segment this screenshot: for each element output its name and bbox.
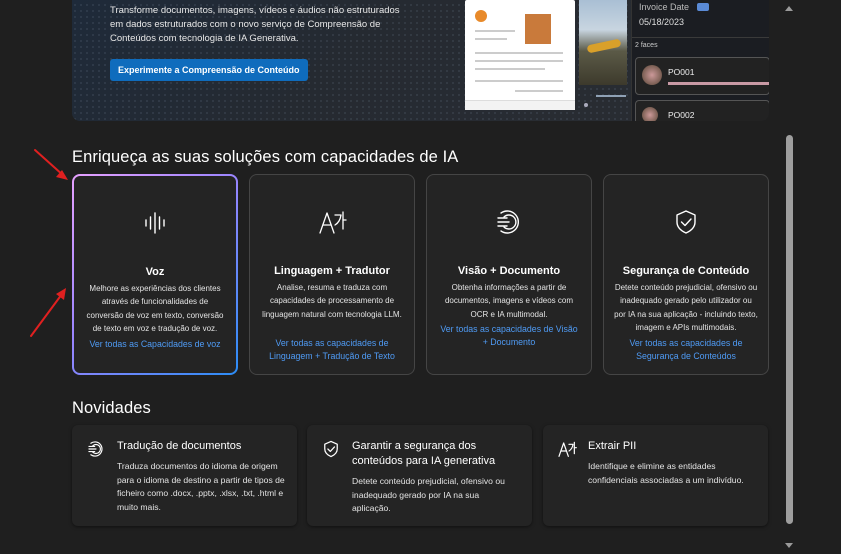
news-card-content-safety[interactable]: Garantir a segurança dos conteúdos para … [307, 425, 532, 526]
capability-card-voice[interactable]: Voz Melhore as experiências dos clientes… [72, 174, 238, 375]
face-thumbnail [642, 65, 662, 85]
preview-pager [584, 94, 624, 107]
capability-title: Segurança de Conteúdo [622, 265, 750, 277]
news-heading: Novidades [72, 399, 151, 417]
face-id: PO001 [668, 67, 695, 77]
shield-check-icon [604, 209, 768, 235]
translate-icon [250, 209, 414, 235]
capability-card-vision[interactable]: Visão + Documento Obtenha informações a … [426, 174, 592, 375]
capability-title: Visão + Documento [457, 265, 561, 277]
annotation-arrow [30, 293, 63, 337]
document-translate-icon [86, 439, 106, 459]
news-title: Tradução de documentos [117, 440, 242, 452]
capability-description: Analise, resuma e traduza com capacidade… [262, 283, 402, 319]
news-description: Identifique e elimine as entidades confi… [588, 461, 744, 485]
capability-card-language[interactable]: Linguagem + Tradutor Analise, resuma e t… [249, 174, 415, 375]
invoice-field-label: Invoice Date [639, 2, 690, 12]
capability-description: Melhore as experiências dos clientes atr… [86, 284, 224, 334]
capability-link[interactable]: Ver todas as capacidades de Segurança de… [614, 337, 758, 362]
scrollbar-thumb[interactable] [786, 135, 793, 524]
banner-text: Transforme documentos, imagens, vídeos e… [110, 5, 400, 44]
face-id: PO002 [668, 110, 695, 120]
invoice-preview-image [465, 0, 575, 110]
news-description: Detete conteúdo prejudicial, ofensivo ou… [352, 476, 505, 513]
capability-description: Obtenha informações a partir de document… [444, 283, 574, 319]
face-card: PO001 [635, 57, 769, 95]
voice-waveform-icon [74, 210, 236, 236]
capability-link[interactable]: Ver todas as Capacidades de voz [84, 338, 226, 351]
scroll-up-arrow[interactable] [785, 6, 793, 11]
news-description: Traduza documentos do idioma de origem p… [117, 461, 285, 512]
capability-description: Detete conteúdo prejudicial, ofensivo ou… [614, 283, 758, 333]
field-tag [697, 3, 709, 11]
scroll-down-arrow[interactable] [785, 543, 793, 548]
airplane-preview-image [579, 0, 627, 85]
capability-link[interactable]: Ver todas as capacidades de Visão + Docu… [437, 323, 581, 348]
annotation-arrowhead [56, 170, 68, 180]
face-thumbnail [642, 107, 658, 121]
hero-banner: Transforme documentos, imagens, vídeos e… [72, 0, 769, 121]
shield-check-icon [321, 439, 341, 459]
news-title: Extrair PII [588, 440, 637, 452]
capability-title: Linguagem + Tradutor [274, 265, 390, 277]
capability-card-content-safety[interactable]: Segurança de Conteúdo Detete conteúdo pr… [603, 174, 769, 375]
capability-link[interactable]: Ver todas as capacidades de Linguagem + … [260, 337, 404, 362]
invoice-date-value: 05/18/2023 [639, 17, 685, 27]
ai-capabilities-heading: Enriqueça as suas soluções com capacidad… [72, 148, 459, 166]
news-title: Garantir a segurança dos conteúdos para … [352, 440, 496, 467]
news-card-extract-pii[interactable]: Extrair PII Identifique e elimine as ent… [543, 425, 768, 526]
faces-count: 2 faces [635, 42, 658, 49]
capability-title: Voz [145, 266, 165, 278]
analysis-preview-panel: Invoice Date 05/18/2023 2 faces PO001 PO… [631, 0, 769, 121]
annotation-arrow [34, 149, 65, 177]
try-content-understanding-button[interactable]: Experimente a Compreensão de Conteúdo [110, 59, 308, 81]
annotation-arrowhead [56, 288, 66, 300]
vision-icon [427, 209, 591, 235]
face-card: PO002 [635, 100, 769, 121]
news-card-document-translation[interactable]: Tradução de documentos Traduza documento… [72, 425, 297, 526]
translate-icon [557, 439, 577, 459]
